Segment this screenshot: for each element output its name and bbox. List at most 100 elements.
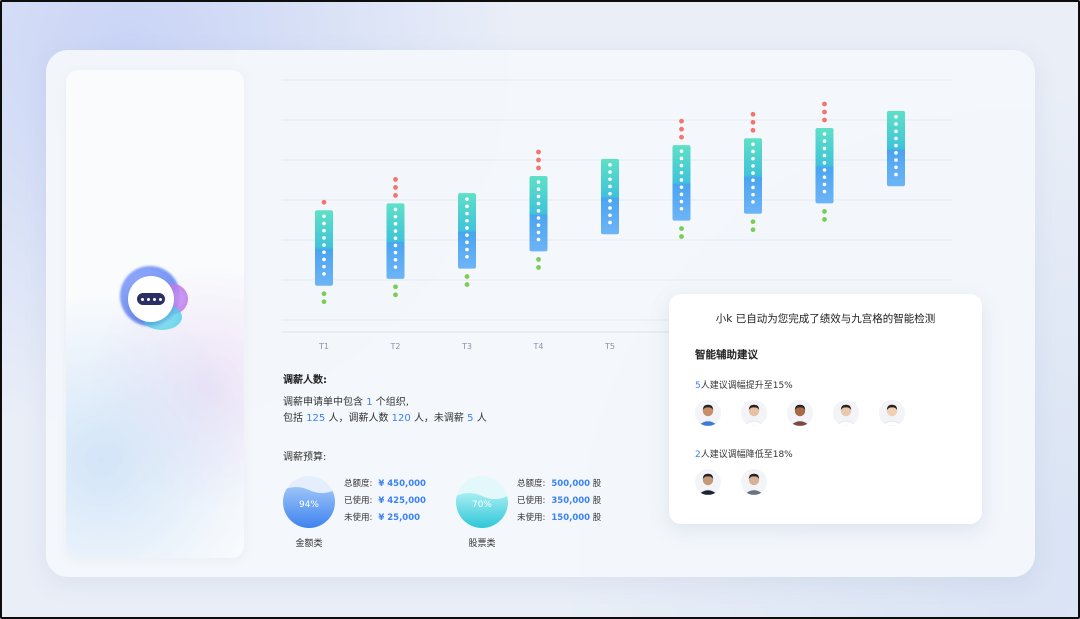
green-dot: [393, 292, 398, 298]
headcount-title: 调薪人数:: [283, 375, 327, 386]
bar-dot: [751, 171, 755, 175]
avatar-man-grey-suit[interactable]: [741, 469, 767, 495]
red-dot: [822, 101, 827, 107]
bar-dot: [608, 184, 612, 189]
bar-dot: [894, 122, 898, 126]
stock-breakdown: 总额度: 500,000 股 已使用: 350,000 股 未使用: 150,000 …: [517, 476, 601, 527]
bar-dot: [536, 223, 541, 227]
bar-dot: [393, 250, 398, 255]
red-dot: [536, 149, 541, 155]
bar-dot: [822, 189, 827, 194]
red-dot: [750, 127, 756, 133]
bar-dot: [751, 178, 755, 183]
bar-dot: [894, 115, 898, 119]
bar-dot: [322, 228, 326, 233]
bar-dot: [465, 240, 469, 245]
bar-dot: [536, 194, 541, 199]
bar-dot: [322, 257, 326, 262]
unit: 股: [592, 496, 602, 506]
red-dot: [393, 185, 398, 190]
avatar-man-white-shirt[interactable]: [741, 400, 767, 426]
assistant-heading: 小k 已自动为您完成了绩效与九宫格的智能检测: [715, 313, 936, 325]
green-dot: [750, 227, 756, 233]
bar-dot: [822, 132, 827, 136]
bar-dot: [751, 164, 755, 168]
headcount-line-2: 包括 125 人，调薪人数 120 人，未调薪 5 人: [283, 411, 487, 427]
bar-dot: [822, 168, 827, 172]
bar-dot: [894, 158, 898, 162]
avatar-woman-smiling[interactable]: [879, 400, 905, 426]
total-count: 125: [306, 413, 326, 424]
bar-dot: [393, 258, 398, 262]
headcount-text: 人，未调薪: [413, 413, 464, 424]
red-dot: [750, 119, 756, 125]
x-tick-label: T5: [604, 342, 615, 351]
headcount-text: 包括: [283, 413, 303, 424]
x-tick-label: T3: [461, 342, 472, 351]
cash-total: ¥ 450,000: [378, 479, 426, 489]
unit: 股: [592, 479, 602, 489]
bar-dot: [822, 182, 827, 187]
bar-dot: [679, 149, 684, 153]
bar-dot: [751, 156, 755, 161]
bar-dot: [393, 243, 398, 248]
bar-dot: [465, 204, 469, 209]
bar-dot: [465, 226, 469, 230]
green-dot: [464, 282, 470, 287]
suggestion-title: 智能辅助建议: [695, 349, 758, 361]
bar-dot: [536, 230, 541, 235]
kv-key: 总额度:: [344, 479, 373, 489]
bar-dot: [536, 201, 541, 206]
bar-dot: [751, 192, 755, 197]
red-dot: [536, 165, 541, 171]
bar-dot: [536, 187, 541, 191]
stock-unused: 150,000: [551, 513, 591, 523]
bar-dot: [679, 199, 684, 204]
bar-dot: [608, 199, 612, 203]
bar-dot: [536, 237, 541, 242]
avatar-man-blue-shirt[interactable]: [695, 400, 721, 426]
red-dot: [822, 117, 827, 123]
cash-breakdown: 总额度: ¥ 450,000 已使用: ¥ 425,000 未使用: ¥ 25,000: [344, 476, 426, 527]
bar-dot: [894, 151, 898, 155]
bar-dot: [393, 265, 398, 269]
bar-dot: [822, 161, 827, 165]
avatar-woman-ponytail[interactable]: [833, 400, 859, 426]
cash-used: ¥ 425,000: [378, 496, 426, 506]
bar-dot: [894, 143, 898, 148]
bar-dot: [751, 149, 755, 154]
bar-dot: [322, 236, 326, 240]
green-dot: [822, 217, 827, 222]
bar-dot: [536, 180, 541, 184]
bar-dot: [465, 218, 469, 223]
kv-key: 总额度:: [517, 479, 546, 489]
kv-key: 已使用:: [344, 496, 373, 506]
raised-count: 120: [391, 413, 411, 424]
avatar-man-suit[interactable]: [695, 469, 721, 495]
not-raised-count: 5: [467, 413, 474, 424]
green-dot: [679, 234, 684, 239]
bar-dot: [322, 221, 326, 226]
avatar-woman-long-hair[interactable]: [787, 400, 813, 426]
x-tick-label: T2: [390, 342, 401, 351]
red-dot: [822, 109, 827, 115]
bar-dot: [608, 163, 612, 167]
bar-dot: [322, 272, 326, 276]
bar-dot: [465, 254, 469, 259]
cash-budget-gauge: 94%: [283, 476, 335, 528]
bar-dot: [679, 178, 684, 182]
bar-dot: [322, 214, 326, 219]
bar-dot: [608, 191, 612, 196]
bar-dot: [608, 213, 612, 218]
red-dot: [679, 126, 684, 132]
green-dot: [536, 265, 541, 270]
bar-dot: [608, 170, 612, 174]
red-dot: [679, 134, 684, 140]
stock-budget-gauge: 70%: [456, 476, 508, 528]
green-dot: [536, 257, 541, 262]
assistant-bot-icon[interactable]: [120, 262, 192, 334]
green-dot: [393, 284, 398, 290]
assistant-suggestion-panel: 小k 已自动为您完成了绩效与九宫格的智能检测 智能辅助建议 5人建议调幅提升至1…: [669, 294, 982, 524]
headcount-text: 调薪申请单中包含: [283, 397, 363, 408]
bar-dot: [536, 216, 541, 220]
